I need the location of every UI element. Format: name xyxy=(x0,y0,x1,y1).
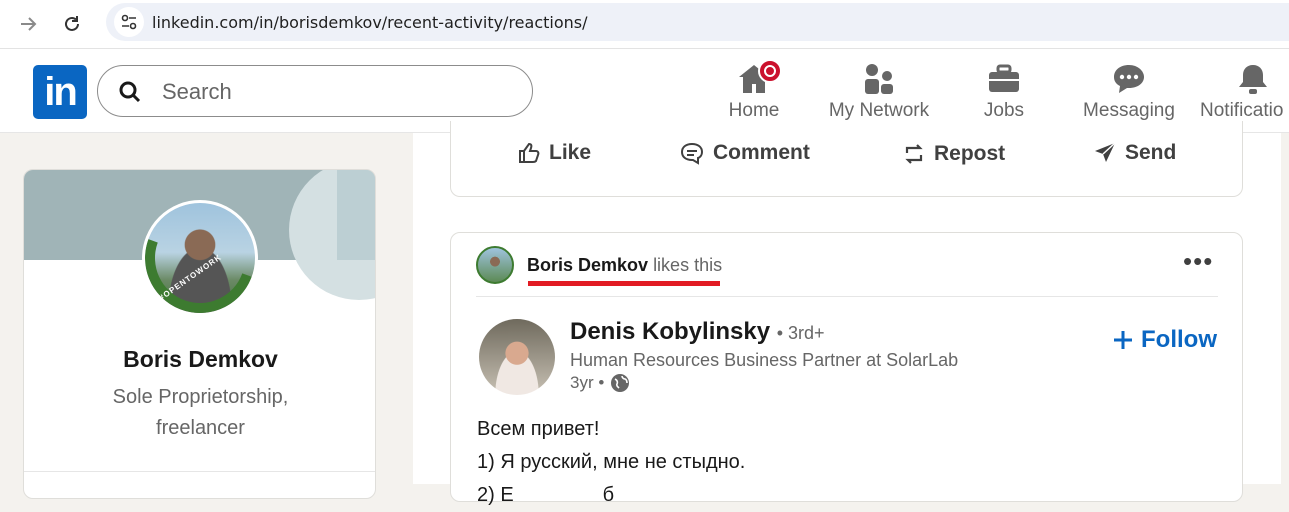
nav-notifications[interactable]: Notificatio xyxy=(1200,59,1289,127)
follow-label: Follow xyxy=(1141,326,1217,353)
reactor-avatar[interactable] xyxy=(476,246,514,284)
reload-button[interactable] xyxy=(56,8,88,40)
connection-degree: • 3rd+ xyxy=(776,323,825,343)
browser-toolbar: linkedin.com/in/borisdemkov/recent-activ… xyxy=(0,0,1289,49)
nav-notifications-label: Notificatio xyxy=(1200,100,1284,121)
post-time: 3yr • xyxy=(570,373,605,392)
repost-button[interactable]: Repost xyxy=(902,141,1005,167)
follow-button[interactable]: Follow xyxy=(1113,326,1217,354)
author-name-row: Denis Kobylinsky • 3rd+ xyxy=(570,318,825,346)
url-text[interactable]: linkedin.com/in/borisdemkov/recent-activ… xyxy=(152,13,588,32)
post-text-line: 1) Я русский, мне не стыдно. xyxy=(477,451,746,473)
linkedin-logo[interactable]: in xyxy=(33,65,87,119)
post-text-line: Всем привет! xyxy=(477,418,600,440)
network-icon xyxy=(865,64,893,94)
bell-icon xyxy=(1239,65,1267,94)
thumbs-up-icon xyxy=(519,142,540,163)
divider xyxy=(476,296,1218,297)
site-info-button[interactable] xyxy=(114,7,144,37)
profile-name[interactable]: Boris Demkov xyxy=(24,346,375,373)
nav-messaging[interactable]: Messaging xyxy=(1082,59,1176,127)
search-input[interactable] xyxy=(160,66,504,118)
nav-home[interactable]: Home xyxy=(718,59,790,127)
author-title: Human Resources Business Partner at Sola… xyxy=(570,350,959,370)
comment-icon xyxy=(680,142,704,165)
search-box[interactable] xyxy=(97,65,533,118)
comment-label: Comment xyxy=(713,141,810,164)
profile-card: #OPENTOWORK Boris Demkov Sole Proprietor… xyxy=(23,169,376,499)
like-button[interactable]: Like xyxy=(517,141,591,165)
send-button[interactable]: Send xyxy=(1093,141,1176,165)
more-options-button[interactable]: ••• xyxy=(1183,248,1213,274)
send-icon xyxy=(1095,142,1116,162)
author-name[interactable]: Denis Kobylinsky xyxy=(570,318,770,345)
briefcase-icon xyxy=(989,64,1019,92)
url-host: linkedin.com xyxy=(152,13,254,32)
notification-badge xyxy=(758,59,782,83)
post-time-row: 3yr • xyxy=(570,373,630,393)
address-bar[interactable]: linkedin.com/in/borisdemkov/recent-activ… xyxy=(106,3,1289,41)
post-action-bar: Like Comment Repost Send xyxy=(450,121,1243,197)
nav-my-network-label: My Network xyxy=(828,100,930,121)
nav-jobs-label: Jobs xyxy=(983,100,1025,121)
post-body: Всем привет! 1) Я русский, мне не стыдно… xyxy=(477,413,745,512)
profile-headline: Sole Proprietorship, freelancer xyxy=(112,386,289,439)
reaction-text: likes this xyxy=(653,255,723,275)
plus-icon xyxy=(1114,331,1132,349)
like-label: Like xyxy=(549,141,592,164)
divider xyxy=(24,471,375,472)
highlight-underline xyxy=(528,281,720,286)
url-path: /in/borisdemkov/recent-activity/reaction… xyxy=(253,13,588,32)
tune-icon xyxy=(121,14,137,30)
activity-post: Boris Demkov likes this ••• Denis Kobyli… xyxy=(450,232,1243,506)
send-label: Send xyxy=(1125,141,1177,164)
messaging-icon xyxy=(1114,65,1144,93)
search-icon xyxy=(119,81,141,103)
reactor-name[interactable]: Boris Demkov xyxy=(527,255,648,275)
arrow-right-icon xyxy=(21,17,37,31)
nav-my-network[interactable]: My Network xyxy=(826,59,932,127)
reaction-header: Boris Demkov likes this xyxy=(527,255,722,276)
nav-home-label: Home xyxy=(728,100,780,121)
repost-label: Repost xyxy=(934,142,1006,165)
author-avatar[interactable] xyxy=(479,319,555,395)
reload-icon xyxy=(65,16,79,31)
repost-icon xyxy=(905,144,923,164)
globe-icon xyxy=(611,374,630,392)
forward-button[interactable] xyxy=(12,8,44,40)
profile-avatar[interactable]: #OPENTOWORK xyxy=(142,200,258,316)
comment-button[interactable]: Comment xyxy=(679,141,810,165)
nav-jobs[interactable]: Jobs xyxy=(972,59,1036,127)
nav-messaging-label: Messaging xyxy=(1083,100,1175,121)
